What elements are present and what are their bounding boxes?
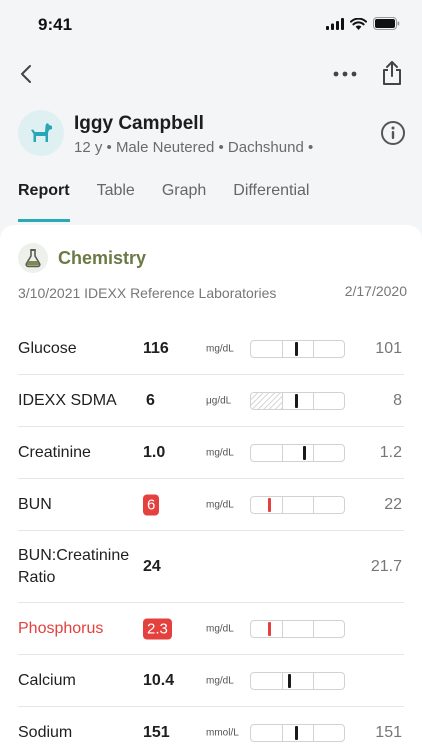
result-name: Glucose	[18, 339, 77, 357]
result-row-sodium[interactable]: Sodium 151 mmol/L 151	[18, 707, 404, 750]
range-marker	[295, 726, 298, 740]
status-bar: 9:41	[0, 0, 422, 48]
wifi-icon	[350, 17, 367, 30]
tab-graph[interactable]: Graph	[162, 178, 206, 222]
result-name: Creatinine	[18, 443, 91, 461]
range-marker	[295, 393, 298, 408]
status-time: 9:41	[38, 15, 73, 34]
result-row-bun-creatinine-ratio[interactable]: BUN:Creatinine Ratio 24 21.7	[18, 531, 404, 603]
result-name: Sodium	[18, 724, 73, 741]
result-unit: μg/dL	[206, 395, 232, 406]
previous-value: 101	[375, 339, 402, 357]
range-hatch	[251, 392, 282, 409]
results-list: Glucose 116 mg/dL 101 IDEXX SDMA 6 μg/dL…	[18, 323, 404, 750]
tab-report[interactable]: Report	[18, 178, 70, 222]
section-header: Chemistry	[18, 243, 146, 273]
range-bar	[250, 619, 345, 638]
result-value: 116	[143, 339, 169, 357]
previous-result-date: 2/17/2020	[344, 283, 407, 299]
flask-icon	[18, 243, 48, 273]
result-unit: mg/dL	[206, 623, 234, 634]
result-row-bun[interactable]: BUN 6 mg/dL 22	[18, 479, 404, 531]
tab-table[interactable]: Table	[97, 178, 135, 222]
range-bar	[250, 495, 345, 514]
result-name: IDEXX SDMA	[18, 391, 117, 409]
result-value: 10.4	[143, 671, 175, 689]
info-button[interactable]	[380, 120, 406, 146]
result-row-glucose[interactable]: Glucose 116 mg/dL 101	[18, 323, 404, 375]
share-icon	[383, 61, 401, 85]
result-value: 151	[143, 724, 170, 741]
abnormal-value-badge: 6	[143, 494, 160, 515]
nav-bar	[0, 52, 422, 96]
range-marker	[303, 445, 306, 460]
result-value: 1.0	[143, 443, 166, 461]
range-bar	[250, 391, 345, 410]
tab-bar: Report Table Graph Differential	[18, 178, 336, 222]
result-name: Phosphorus	[18, 619, 104, 637]
range-marker	[288, 673, 291, 688]
result-unit: mmol/L	[206, 727, 239, 739]
result-source: 3/10/2021 IDEXX Reference Laboratories	[18, 285, 277, 301]
share-button[interactable]	[378, 58, 406, 88]
patient-details: 12 y • Male Neutered • Dachshund •	[74, 139, 314, 156]
range-marker	[268, 621, 271, 636]
result-value: 24	[143, 557, 161, 575]
tab-differential[interactable]: Differential	[233, 178, 309, 222]
range-marker	[295, 341, 298, 356]
result-unit: mg/dL	[206, 447, 234, 458]
back-button[interactable]	[12, 60, 40, 88]
status-icons	[326, 17, 400, 30]
previous-value: 151	[375, 724, 402, 741]
range-bar	[250, 443, 345, 462]
more-button[interactable]	[330, 60, 360, 88]
cellular-signal-icon	[326, 17, 344, 30]
dog-icon	[31, 123, 52, 142]
result-row-calcium[interactable]: Calcium 10.4 mg/dL	[18, 655, 404, 707]
chevron-left-icon	[21, 65, 31, 83]
avatar	[18, 110, 64, 156]
range-bar	[250, 724, 345, 742]
previous-value: 21.7	[370, 557, 402, 575]
patient-name: Iggy Campbell	[74, 113, 204, 134]
range-marker	[268, 497, 271, 512]
results-card: Chemistry 3/10/2021 IDEXX Reference Labo…	[0, 225, 422, 750]
previous-value: 22	[384, 495, 402, 513]
result-row-idexx-sdma[interactable]: IDEXX SDMA 6 μg/dL 8	[18, 375, 404, 427]
more-dots-icon	[333, 71, 357, 77]
previous-value: 8	[393, 391, 402, 409]
result-name: BUN	[18, 495, 52, 513]
range-bar	[250, 339, 345, 358]
result-row-phosphorus[interactable]: Phosphorus 2.3 mg/dL	[18, 603, 404, 655]
previous-value: 1.2	[379, 443, 402, 461]
result-unit: mg/dL	[206, 499, 234, 510]
info-icon	[381, 121, 405, 145]
section-title: Chemistry	[58, 247, 147, 268]
result-value: 6	[146, 391, 155, 409]
result-name: BUN:Creatinine Ratio	[18, 546, 130, 586]
result-unit: mg/dL	[206, 343, 234, 354]
result-name: Calcium	[18, 671, 76, 689]
result-unit: mg/dL	[206, 675, 234, 686]
result-row-creatinine[interactable]: Creatinine 1.0 mg/dL 1.2	[18, 427, 404, 479]
abnormal-value-badge: 2.3	[143, 618, 172, 639]
battery-icon	[373, 17, 400, 30]
range-bar	[250, 671, 345, 690]
patient-header: Iggy Campbell 12 y • Male Neutered • Dac…	[18, 108, 408, 160]
